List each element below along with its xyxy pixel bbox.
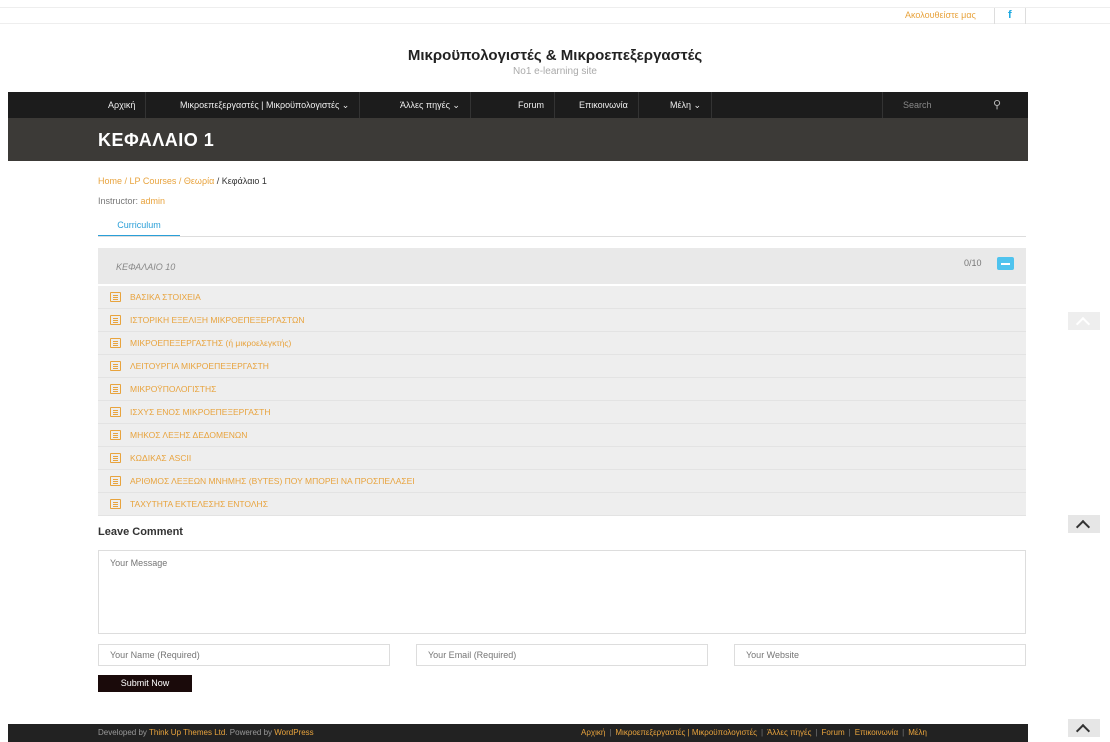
- lesson-item[interactable]: ΛΕΙΤΟΥΡΓΙΑ ΜΙΚΡΟΕΠΕΞΕΡΓΑΣΤΗ: [98, 355, 1026, 378]
- footer-link-forum[interactable]: Forum: [822, 728, 845, 737]
- follow-us-label: Ακολουθείστε μας: [905, 10, 976, 20]
- document-icon: [110, 315, 121, 325]
- section-title: ΚΕΦΑΛΑΙΟ 10: [116, 262, 176, 272]
- chevron-up-icon: [1075, 519, 1091, 535]
- divider: [1025, 8, 1026, 24]
- document-icon: [110, 361, 121, 371]
- lesson-label[interactable]: ΚΩΔΙΚΑΣ ASCII: [130, 453, 191, 463]
- lesson-label[interactable]: ΜΙΚΡΟΕΠΕΞΕΡΓΑΣΤΗΣ (ή μικροελεγκτής): [130, 338, 291, 348]
- lesson-label[interactable]: ΜΗΚΟΣ ΛΕΞΗΣ ΔΕΔΟΜΕΝΩΝ: [130, 430, 247, 440]
- page-title: ΚΕΦΑΛΑΙΟ 1: [98, 130, 215, 150]
- breadcrumb-separator: /: [176, 176, 184, 186]
- nav-item-microprocessors[interactable]: Μικροεπεξεργαστές | Μικροϋπολογιστές ⌄: [170, 92, 361, 118]
- document-icon: [110, 499, 121, 509]
- search-input[interactable]: Search: [903, 100, 932, 110]
- scroll-top-button[interactable]: [1068, 719, 1100, 739]
- nav-item-contact[interactable]: Επικοινωνία: [569, 92, 639, 118]
- site-title[interactable]: Μικροϋπολογιστές & Μικροεπεξεργαστές: [0, 47, 1110, 64]
- main-nav: Αρχική Μικροεπεξεργαστές | Μικροϋπολογισ…: [8, 92, 1028, 118]
- footer-credits: Developed by Think Up Themes Ltd. Powere…: [98, 728, 314, 737]
- lesson-label[interactable]: ΒΑΣΙΚΑ ΣΤΟΙΧΕΙΑ: [130, 292, 201, 302]
- divider: |: [815, 728, 818, 737]
- breadcrumb-current: Κεφάλαιο 1: [221, 176, 267, 186]
- nav-item-members[interactable]: Μέλη ⌄: [660, 92, 713, 118]
- chevron-up-icon: [1075, 723, 1091, 739]
- breadcrumb-courses[interactable]: LP Courses: [130, 176, 177, 186]
- website-field[interactable]: [734, 644, 1026, 666]
- nav-item-home[interactable]: Αρχική: [98, 92, 147, 118]
- lesson-list: ΒΑΣΙΚΑ ΣΤΟΙΧΕΙΑ ΙΣΤΟΡΙΚΗ ΕΞΕΛΙΞΗ ΜΙΚΡΟΕΠ…: [98, 286, 1026, 516]
- lesson-item[interactable]: ΜΙΚΡΟΕΠΕΞΕΡΓΑΣΤΗΣ (ή μικροελεγκτής): [98, 332, 1026, 355]
- lesson-label[interactable]: ΜΙΚΡΟΫΠΟΛΟΓΙΣΤΗΣ: [130, 384, 216, 394]
- breadcrumb: Home / LP Courses / Θεωρία / Κεφάλαιο 1: [98, 176, 267, 186]
- lesson-item[interactable]: ΒΑΣΙΚΑ ΣΤΟΙΧΕΙΑ: [98, 286, 1026, 309]
- divider: |: [609, 728, 612, 737]
- lesson-item[interactable]: ΙΣΤΟΡΙΚΗ ΕΞΕΛΙΞΗ ΜΙΚΡΟΕΠΕΞΕΡΓΑΣΤΩΝ: [98, 309, 1026, 332]
- collapse-button[interactable]: [997, 257, 1014, 270]
- divider: |: [848, 728, 851, 737]
- footer: Developed by Think Up Themes Ltd. Powere…: [8, 724, 1028, 742]
- document-icon: [110, 476, 121, 486]
- lesson-label[interactable]: ΙΣΤΟΡΙΚΗ ΕΞΕΛΙΞΗ ΜΙΚΡΟΕΠΕΞΕΡΓΑΣΤΩΝ: [130, 315, 304, 325]
- theme-author-link[interactable]: Think Up Themes Ltd: [149, 728, 225, 737]
- comment-title: Leave Comment: [98, 526, 183, 538]
- breadcrumb-separator: /: [214, 176, 222, 186]
- footer-link-members[interactable]: Μέλη: [908, 728, 927, 737]
- name-field[interactable]: [98, 644, 390, 666]
- document-icon: [110, 453, 121, 463]
- lesson-label[interactable]: ΛΕΙΤΟΥΡΓΙΑ ΜΙΚΡΟΕΠΕΞΕΡΓΑΣΤΗ: [130, 361, 269, 371]
- document-icon: [110, 430, 121, 440]
- footer-link-contact[interactable]: Επικοινωνία: [855, 728, 898, 737]
- lesson-item[interactable]: ΙΣΧΥΣ ΕΝΟΣ ΜΙΚΡΟΕΠΕΞΕΡΓΑΣΤΗ: [98, 401, 1026, 424]
- lesson-item[interactable]: ΜΙΚΡΟΫΠΟΛΟΓΙΣΤΗΣ: [98, 378, 1026, 401]
- instructor-info: Instructor: admin: [98, 196, 165, 206]
- lesson-label[interactable]: ΙΣΧΥΣ ΕΝΟΣ ΜΙΚΡΟΕΠΕΞΕΡΓΑΣΤΗ: [130, 407, 271, 417]
- credits-text: . Powered by: [225, 728, 275, 737]
- footer-link-other-sources[interactable]: Άλλες πηγές: [767, 728, 811, 737]
- scroll-top-button[interactable]: [1068, 312, 1100, 332]
- tab-underline: [98, 236, 1026, 237]
- divider: |: [902, 728, 905, 737]
- breadcrumb-home[interactable]: Home: [98, 176, 122, 186]
- lesson-item[interactable]: ΜΗΚΟΣ ΛΕΞΗΣ ΔΕΔΟΜΕΝΩΝ: [98, 424, 1026, 447]
- section-header[interactable]: ΚΕΦΑΛΑΙΟ 10 0/10: [98, 248, 1026, 284]
- top-bar: Ακολουθείστε μας f: [0, 7, 1110, 24]
- nav-item-other-sources[interactable]: Άλλες πηγές ⌄: [390, 92, 471, 118]
- divider: |: [761, 728, 764, 737]
- lesson-item[interactable]: ΚΩΔΙΚΑΣ ASCII: [98, 447, 1026, 470]
- nav-item-forum[interactable]: Forum: [508, 92, 556, 118]
- breadcrumb-separator: /: [122, 176, 130, 186]
- document-icon: [110, 407, 121, 417]
- scroll-top-button[interactable]: [1068, 515, 1100, 535]
- search-icon[interactable]: ⚲: [993, 98, 1001, 111]
- divider: [994, 8, 995, 24]
- lesson-item[interactable]: ΤΑΧΥΤΗΤΑ ΕΚΤΕΛΕΣΗΣ ΕΝΤΟΛΗΣ: [98, 493, 1026, 516]
- document-icon: [110, 384, 121, 394]
- footer-link-microprocessors[interactable]: Μικροεπεξεργαστές | Μικροϋπολογιστές: [615, 728, 757, 737]
- nav-search: Search ⚲: [882, 92, 1028, 118]
- section-progress-count: 0/10: [964, 258, 982, 268]
- breadcrumb-category[interactable]: Θεωρία: [184, 176, 214, 186]
- document-icon: [110, 338, 121, 348]
- lesson-label[interactable]: ΑΡΙΘΜΟΣ ΛΕΞΕΩΝ ΜΝΗΜΗΣ (BYTES) ΠΟΥ ΜΠΟΡΕΙ…: [130, 476, 415, 486]
- footer-nav: Αρχική | Μικροεπεξεργαστές | Μικροϋπολογισ…: [581, 728, 927, 737]
- instructor-link[interactable]: admin: [141, 196, 166, 206]
- submit-button[interactable]: Submit Now: [98, 675, 192, 692]
- lesson-label[interactable]: ΤΑΧΥΤΗΤΑ ΕΚΤΕΛΕΣΗΣ ΕΝΤΟΛΗΣ: [130, 499, 268, 509]
- facebook-icon[interactable]: f: [1008, 9, 1012, 21]
- email-field[interactable]: [416, 644, 708, 666]
- wordpress-link[interactable]: WordPress: [274, 728, 313, 737]
- footer-link-home[interactable]: Αρχική: [581, 728, 605, 737]
- message-field[interactable]: [98, 550, 1026, 634]
- credits-text: Developed by: [98, 728, 149, 737]
- tab-curriculum[interactable]: Curriculum: [98, 220, 180, 237]
- document-icon: [110, 292, 121, 302]
- site-tagline: No1 e-learning site: [513, 66, 597, 77]
- lesson-item[interactable]: ΑΡΙΘΜΟΣ ΛΕΞΕΩΝ ΜΝΗΜΗΣ (BYTES) ΠΟΥ ΜΠΟΡΕΙ…: [98, 470, 1026, 493]
- instructor-label: Instructor:: [98, 196, 141, 206]
- chevron-up-icon: [1075, 316, 1091, 332]
